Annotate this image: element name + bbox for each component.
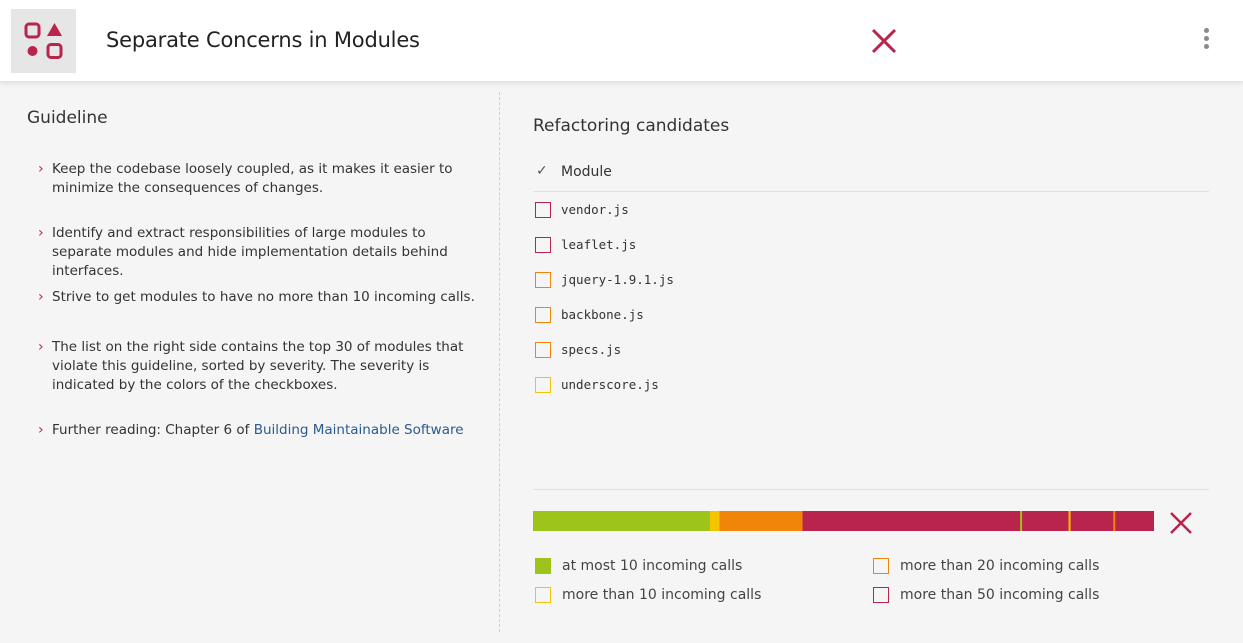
threshold-marker bbox=[1068, 511, 1071, 531]
guideline-item-text: Keep the codebase loosely coupled, as it… bbox=[52, 161, 453, 196]
legend-label: more than 10 incoming calls bbox=[562, 587, 762, 603]
legend-swatch bbox=[535, 558, 551, 574]
module-row[interactable]: vendor.js bbox=[533, 202, 833, 222]
severity-checkbox[interactable] bbox=[535, 342, 551, 358]
chevron-right-icon: › bbox=[38, 225, 44, 241]
distribution-segment bbox=[533, 511, 710, 531]
chevron-right-icon: › bbox=[38, 422, 44, 438]
module-row[interactable]: specs.js bbox=[533, 342, 833, 362]
modules-grid-icon bbox=[11, 9, 76, 73]
guideline-item-text: Identify and extract responsibilities of… bbox=[52, 225, 448, 279]
refactoring-candidates-panel: Refactoring candidates ✓ Module vendor.j… bbox=[533, 116, 1209, 603]
legend-item: at most 10 incoming calls bbox=[533, 558, 833, 578]
severity-checkbox[interactable] bbox=[535, 377, 551, 393]
section-divider bbox=[533, 489, 1209, 490]
incoming-calls-distribution-bar bbox=[533, 511, 1154, 531]
module-row[interactable]: backbone.js bbox=[533, 307, 833, 327]
checkmark-icon: ✓ bbox=[536, 163, 548, 179]
module-name: jquery-1.9.1.js bbox=[561, 272, 674, 287]
severity-checkbox[interactable] bbox=[535, 237, 551, 253]
panel-divider bbox=[499, 92, 500, 632]
distribution-segment bbox=[802, 511, 1154, 531]
legend-swatch bbox=[873, 587, 889, 603]
chevron-right-icon: › bbox=[38, 289, 44, 305]
guideline-panel: Guideline › Keep the codebase loosely co… bbox=[27, 108, 482, 438]
threshold-marker bbox=[1113, 511, 1116, 531]
further-reading-link[interactable]: Building Maintainable Software bbox=[254, 422, 464, 438]
kebab-menu-icon[interactable] bbox=[1196, 28, 1216, 58]
legend-item: more than 10 incoming calls bbox=[533, 587, 833, 607]
module-row[interactable]: jquery-1.9.1.js bbox=[533, 272, 833, 292]
legend-label: more than 50 incoming calls bbox=[900, 587, 1100, 603]
distribution-segment bbox=[719, 511, 803, 531]
legend-label: more than 20 incoming calls bbox=[900, 558, 1100, 574]
module-column-header[interactable]: ✓ Module bbox=[533, 162, 1209, 192]
guideline-item-text: Strive to get modules to have no more th… bbox=[52, 289, 475, 305]
module-name: vendor.js bbox=[561, 202, 629, 217]
module-row[interactable]: underscore.js bbox=[533, 377, 833, 397]
chevron-right-icon: › bbox=[38, 339, 44, 355]
further-reading-prefix: Further reading: Chapter 6 of bbox=[52, 422, 254, 438]
module-row[interactable]: leaflet.js bbox=[533, 237, 833, 257]
module-name: specs.js bbox=[561, 342, 622, 357]
severity-checkbox[interactable] bbox=[535, 307, 551, 323]
distribution-segment bbox=[709, 511, 720, 531]
legend-item: more than 20 incoming calls bbox=[871, 558, 1171, 578]
chevron-right-icon: › bbox=[38, 161, 44, 177]
guideline-item: › Identify and extract responsibilities … bbox=[38, 224, 487, 281]
severity-checkbox[interactable] bbox=[535, 202, 551, 218]
guideline-item: › The list on the right side contains th… bbox=[38, 338, 487, 395]
guideline-item: › Strive to get modules to have no more … bbox=[38, 288, 487, 307]
severity-checkbox[interactable] bbox=[535, 272, 551, 288]
module-name: leaflet.js bbox=[561, 237, 637, 252]
module-name: backbone.js bbox=[561, 307, 644, 322]
fail-x-icon bbox=[1167, 509, 1195, 537]
legend-item: more than 50 incoming calls bbox=[871, 587, 1171, 607]
guideline-item-further-reading: › Further reading: Chapter 6 of Building… bbox=[38, 421, 487, 440]
page-title: Separate Concerns in Modules bbox=[106, 28, 420, 52]
threshold-marker bbox=[1020, 511, 1023, 531]
module-name: underscore.js bbox=[561, 377, 659, 392]
candidates-heading: Refactoring candidates bbox=[533, 116, 730, 136]
legend-swatch bbox=[535, 587, 551, 603]
guideline-item-text: The list on the right side contains the … bbox=[52, 339, 464, 393]
module-column-label: Module bbox=[561, 164, 612, 180]
fail-x-icon bbox=[869, 26, 899, 56]
guideline-item: › Keep the codebase loosely coupled, as … bbox=[38, 160, 487, 198]
legend-swatch bbox=[873, 558, 889, 574]
legend-label: at most 10 incoming calls bbox=[562, 558, 743, 574]
header-bar: Separate Concerns in Modules bbox=[0, 0, 1243, 82]
guideline-heading: Guideline bbox=[27, 108, 108, 128]
